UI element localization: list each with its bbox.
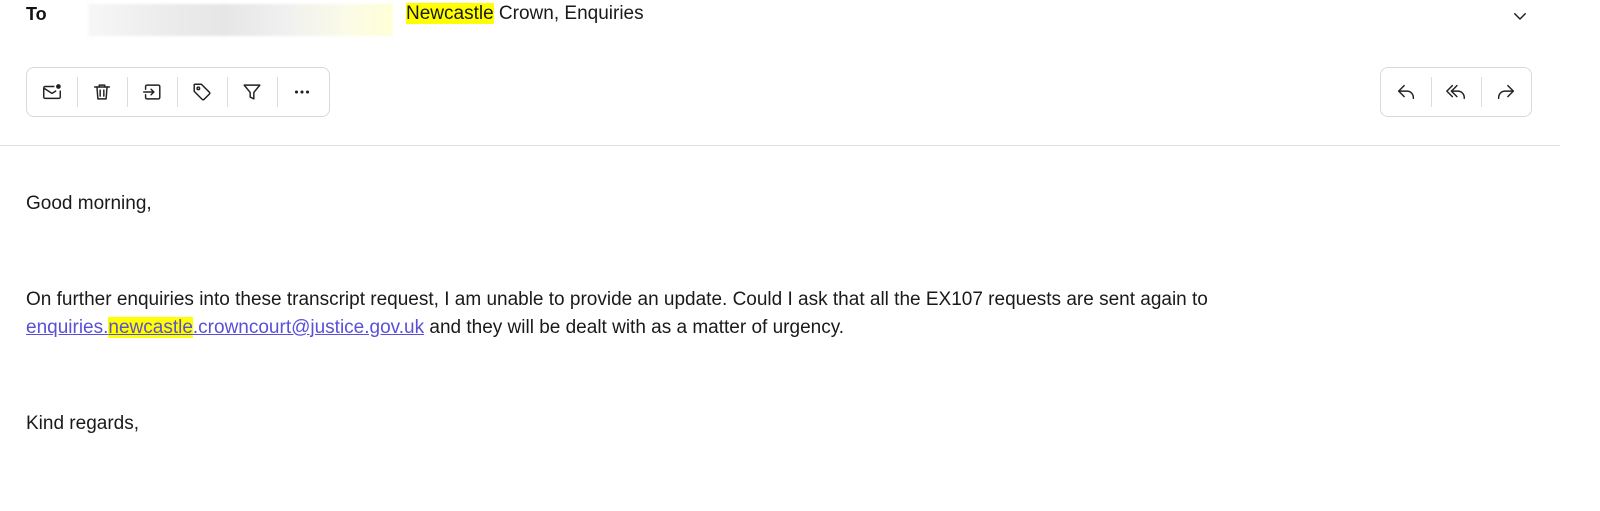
redacted-recipient [88, 4, 393, 36]
message-actions-toolbar [26, 67, 330, 117]
email-link[interactable]: enquiries.newcastle.crowncourt@justice.g… [26, 317, 424, 338]
mark-unread-button[interactable] [27, 68, 77, 116]
email-link-part1: enquiries. [26, 317, 109, 338]
search-highlight-email: newcastle [108, 317, 193, 338]
reply-icon [1397, 84, 1415, 100]
message-paragraph: On further enquiries into these transcri… [26, 286, 1208, 342]
search-highlight: Newcastle [406, 3, 494, 24]
header-divider [0, 145, 1560, 146]
reply-all-button[interactable] [1431, 68, 1481, 116]
message-signoff: Kind regards, [26, 413, 140, 434]
chevron-down-icon [1514, 13, 1526, 20]
message-paragraph-line2: enquiries.newcastle.crowncourt@justice.g… [26, 314, 1208, 342]
forward-button[interactable] [1481, 68, 1531, 116]
delete-button[interactable] [77, 68, 127, 116]
tag-button[interactable] [177, 68, 227, 116]
more-horizontal-icon [294, 90, 310, 94]
forward-icon [1497, 84, 1515, 100]
filter-button[interactable] [227, 68, 277, 116]
message-paragraph-line2-rest: and they will be dealt with as a matter … [424, 317, 845, 338]
reply-all-icon [1446, 84, 1465, 100]
to-recipients-rest: Crown, Enquiries [493, 3, 644, 24]
message-greeting: Good morning, [26, 193, 152, 214]
to-recipients[interactable]: Newcastle Crown, Enquiries [406, 3, 644, 25]
more-actions-button[interactable] [277, 68, 327, 116]
recipients-row: To Newcastle Crown, Enquiries [0, 0, 1600, 36]
to-label: To [26, 4, 47, 24]
move-button[interactable] [127, 68, 177, 116]
trash-icon [93, 84, 111, 100]
envelope-dot-icon [43, 84, 61, 100]
filter-icon [243, 84, 261, 100]
move-to-folder-icon [143, 84, 161, 100]
reply-toolbar [1380, 67, 1532, 117]
email-link-part2: .crowncourt@justice.gov.uk [192, 317, 425, 338]
reply-button[interactable] [1381, 68, 1431, 116]
tag-icon [193, 83, 211, 101]
message-paragraph-line1: On further enquiries into these transcri… [26, 289, 1208, 310]
expand-header-button[interactable] [1506, 4, 1534, 28]
